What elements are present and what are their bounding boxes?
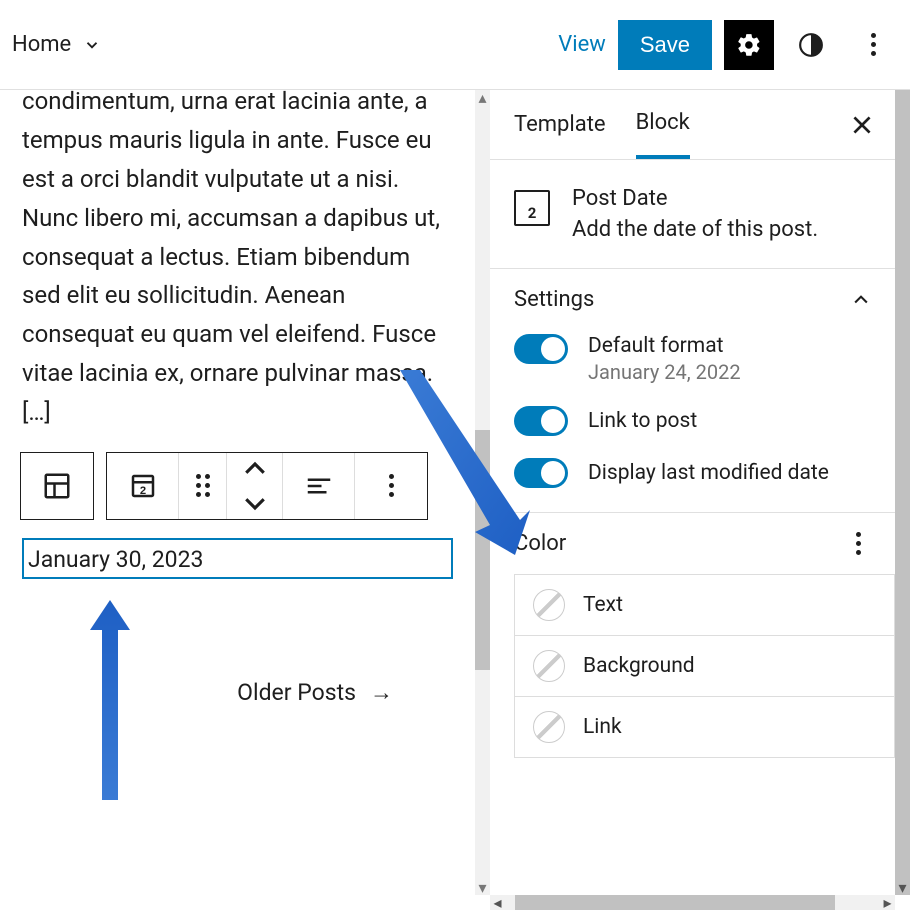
header-actions: View Save: [558, 20, 898, 70]
settings-sidebar: Template Block 2 Post Date Add the date …: [490, 90, 910, 910]
settings-panel: Settings Default format January 24, 2022…: [490, 269, 895, 513]
older-posts-label: Older Posts: [237, 679, 356, 706]
chevron-up-icon: [240, 454, 270, 484]
color-swatch-icon: [533, 711, 565, 743]
color-item-background[interactable]: Background: [515, 636, 894, 697]
tab-block[interactable]: Block: [636, 90, 690, 159]
setting-display-last-modified: Display last modified date: [514, 458, 871, 488]
color-item-text[interactable]: Text: [515, 575, 894, 636]
setting-label: Display last modified date: [588, 461, 829, 485]
drag-handle[interactable]: [179, 453, 227, 519]
home-label: Home: [12, 32, 71, 57]
block-toolbar: 2: [20, 452, 453, 520]
sidebar-tabs: Template Block: [490, 90, 895, 160]
arrow-right-icon: →: [370, 679, 393, 706]
home-breadcrumb[interactable]: Home: [12, 32, 101, 57]
color-label: Link: [583, 715, 622, 739]
setting-sublabel: January 24, 2022: [588, 360, 741, 384]
chevron-down-icon: [83, 36, 101, 54]
settings-button[interactable]: [724, 20, 774, 70]
tab-template[interactable]: Template: [514, 90, 606, 159]
kebab-icon: [860, 33, 886, 56]
scroll-down-icon[interactable]: ▾: [895, 880, 910, 895]
toggle-default-format[interactable]: [514, 334, 568, 364]
svg-text:2: 2: [139, 485, 145, 497]
editor-canvas-pane: condimentum, urna erat lacinia ante, a t…: [0, 90, 490, 910]
scroll-left-icon[interactable]: ◂: [490, 895, 505, 910]
chevron-up-icon: [851, 290, 871, 310]
editor-content[interactable]: condimentum, urna erat lacinia ante, a t…: [0, 90, 475, 895]
color-label: Background: [583, 654, 695, 678]
toggle-display-last-modified[interactable]: [514, 458, 568, 488]
block-type-button[interactable]: 2: [107, 453, 179, 519]
date-icon: 2: [128, 471, 158, 501]
top-header: Home View Save: [0, 0, 910, 90]
setting-default-format: Default format January 24, 2022: [514, 334, 871, 384]
setting-label: Link to post: [588, 409, 697, 433]
toggle-link-to-post[interactable]: [514, 406, 568, 436]
layout-icon: [42, 471, 72, 501]
close-icon[interactable]: [849, 112, 875, 138]
color-swatch-icon: [533, 650, 565, 682]
color-panel: Color Text Background Link: [490, 513, 895, 758]
sidebar-scrollbar-vertical[interactable]: [895, 90, 910, 895]
settings-panel-title: Settings: [514, 287, 594, 312]
editor-scrollbar-vertical[interactable]: ▴ ▾: [475, 90, 490, 895]
color-panel-title: Color: [514, 531, 566, 556]
color-panel-header[interactable]: Color: [490, 513, 895, 574]
block-more-button[interactable]: [355, 453, 427, 519]
post-excerpt[interactable]: condimentum, urna erat lacinia ante, a t…: [22, 90, 453, 432]
scroll-right-icon[interactable]: ▸: [880, 895, 895, 910]
older-posts-link[interactable]: Older Posts →: [22, 679, 453, 706]
settings-panel-header[interactable]: Settings: [490, 269, 895, 330]
align-left-icon: [304, 471, 334, 501]
color-list: Text Background Link: [514, 574, 895, 758]
scrollbar-thumb[interactable]: [475, 430, 490, 670]
scroll-up-icon[interactable]: ▴: [475, 90, 490, 105]
block-description: Add the date of this post.: [572, 217, 818, 242]
block-info-card: 2 Post Date Add the date of this post.: [490, 160, 895, 269]
color-label: Text: [583, 593, 623, 617]
block-title: Post Date: [572, 186, 818, 211]
more-options-button[interactable]: [848, 20, 898, 70]
setting-link-to-post: Link to post: [514, 406, 871, 436]
move-buttons[interactable]: [227, 453, 283, 519]
post-date-icon: 2: [514, 190, 550, 226]
color-swatch-icon: [533, 589, 565, 621]
contrast-icon: [798, 32, 824, 58]
sidebar-scrollbar-horizontal[interactable]: [490, 895, 895, 910]
gear-icon: [736, 32, 762, 58]
post-date-block[interactable]: January 30, 2023: [22, 538, 453, 579]
color-item-link[interactable]: Link: [515, 697, 894, 758]
scrollbar-thumb[interactable]: [515, 895, 835, 910]
parent-block-button[interactable]: [21, 453, 93, 519]
align-button[interactable]: [283, 453, 355, 519]
kebab-icon: [378, 474, 404, 497]
view-link[interactable]: View: [558, 32, 606, 57]
drag-icon: [196, 474, 210, 497]
chevron-down-icon: [240, 488, 270, 518]
save-button[interactable]: Save: [618, 20, 712, 70]
post-date-value: January 30, 2023: [28, 546, 203, 573]
kebab-icon[interactable]: [845, 532, 871, 555]
setting-label: Default format: [588, 334, 741, 358]
styles-button[interactable]: [786, 20, 836, 70]
scroll-down-icon[interactable]: ▾: [475, 880, 490, 895]
